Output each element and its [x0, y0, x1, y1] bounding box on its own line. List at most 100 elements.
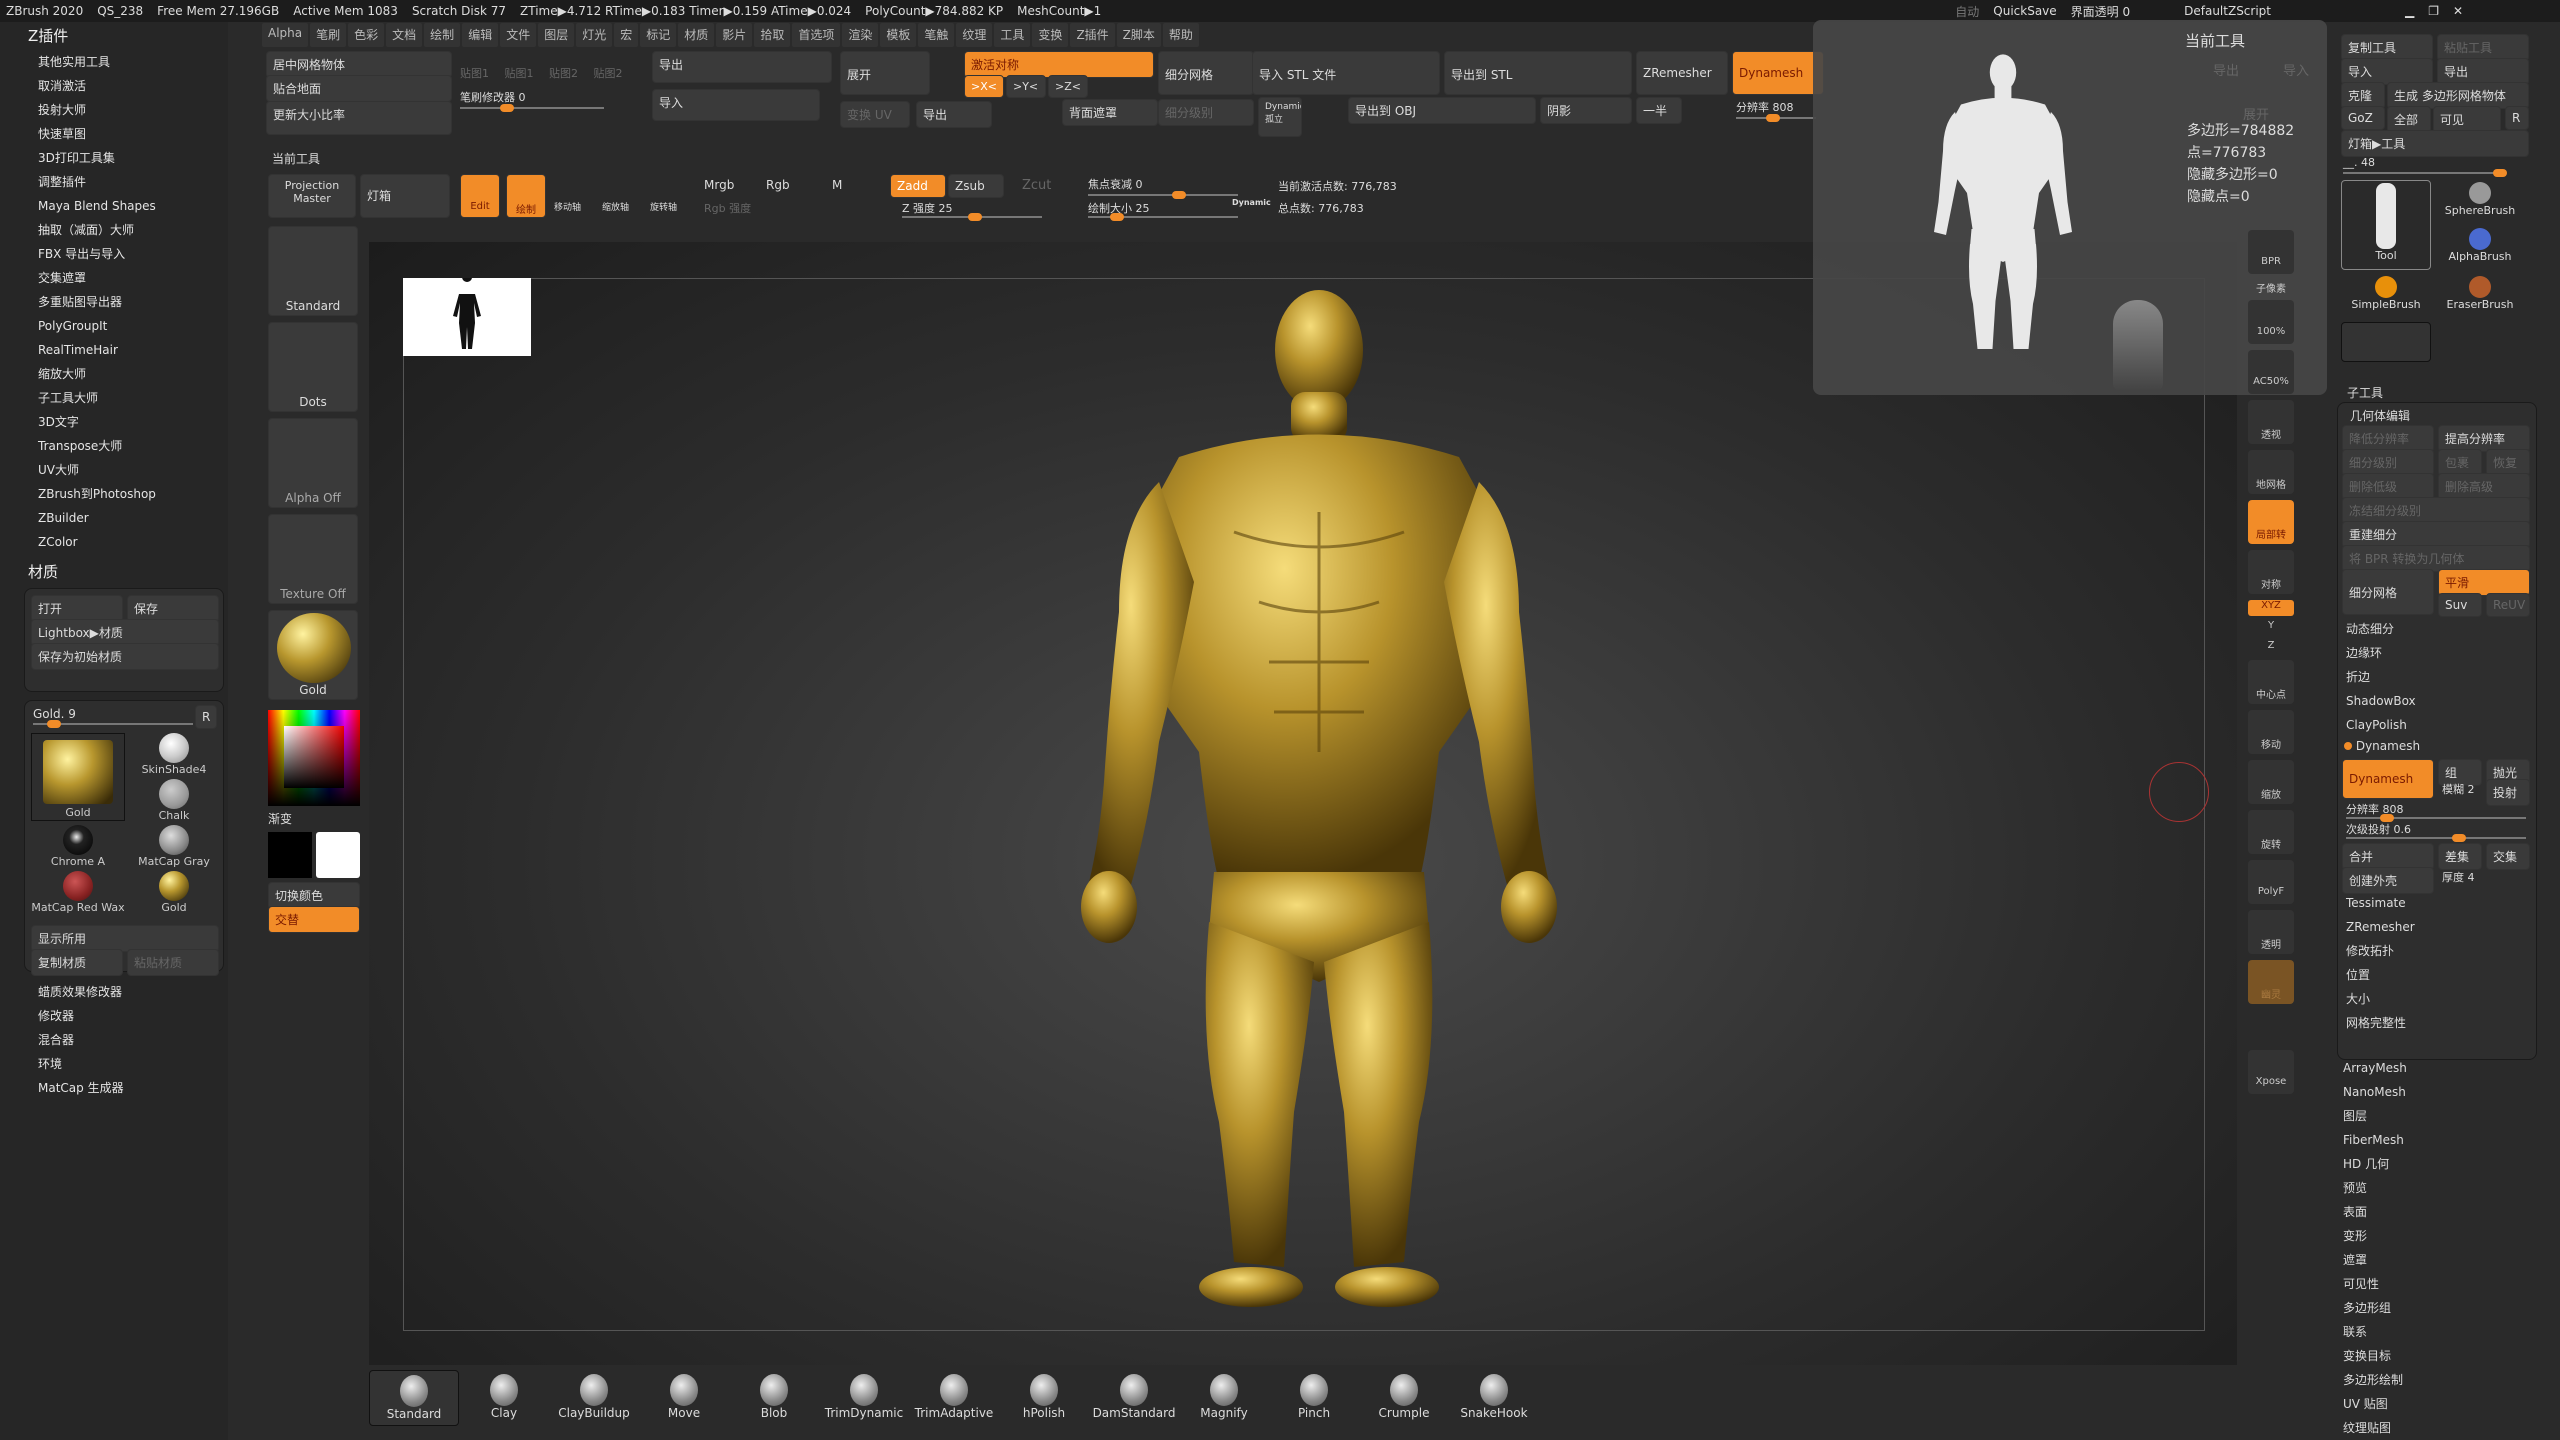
- update-ratio-button[interactable]: 更新大小比率: [266, 101, 452, 135]
- sdiv-slider[interactable]: 细分级别: [1158, 99, 1254, 126]
- alpha-selector[interactable]: Alpha Off: [268, 418, 358, 508]
- freeze-subdiv-button[interactable]: 冻结细分级别: [2342, 497, 2530, 524]
- tool-subpalette[interactable]: 表面: [2335, 1200, 2535, 1224]
- plugin-item[interactable]: ZBrush到Photoshop: [0, 482, 228, 506]
- divide-button[interactable]: 细分网格: [2342, 569, 2434, 615]
- menu-item[interactable]: 变换: [1032, 23, 1069, 47]
- plugin-item[interactable]: Maya Blend Shapes: [0, 194, 228, 218]
- close-icon[interactable]: ✕: [2453, 4, 2463, 18]
- tool-thumbnail[interactable]: AlphaBrush: [2435, 226, 2525, 270]
- export-stl-button[interactable]: 导出到 STL: [1444, 51, 1632, 95]
- shelf-button-15[interactable]: PolyF: [2248, 860, 2294, 904]
- plugin-item[interactable]: RealTimeHair: [0, 338, 228, 362]
- plugin-item[interactable]: 多重贴图导出器: [0, 290, 228, 314]
- plugin-item[interactable]: 3D打印工具集: [0, 146, 228, 170]
- open-button[interactable]: 打开: [31, 595, 123, 622]
- smooth-toggle[interactable]: 平滑: [2438, 569, 2530, 596]
- subprojection-slider[interactable]: [2346, 834, 2526, 842]
- tool-slider[interactable]: [2343, 169, 2507, 177]
- menu-item[interactable]: 灯光: [576, 23, 613, 47]
- rgb-toggle[interactable]: Rgb: [766, 178, 790, 192]
- tool-subpalette[interactable]: 预览: [2335, 1176, 2535, 1200]
- menu-item[interactable]: 文件: [500, 23, 537, 47]
- geometry-item[interactable]: 折边: [2338, 665, 2536, 689]
- higher-res-button[interactable]: 提高分辨率: [2438, 425, 2530, 452]
- material-swatch[interactable]: Chalk: [127, 779, 221, 825]
- brush-clay[interactable]: Clay: [459, 1370, 549, 1426]
- plugin-item[interactable]: 抽取（减面）大师: [0, 218, 228, 242]
- blur-slider[interactable]: 模糊 2: [2442, 781, 2475, 797]
- tool-subpalette[interactable]: 遮罩: [2335, 1248, 2535, 1272]
- shelf-button-5[interactable]: 地网格: [2248, 450, 2294, 494]
- quicksave-button[interactable]: QuickSave: [1993, 4, 2056, 18]
- geometry-item[interactable]: Tessimate: [2338, 891, 2536, 915]
- solo-button[interactable]: Dynamic 孤立: [1258, 97, 1302, 137]
- brush-selector[interactable]: Standard: [268, 226, 358, 316]
- restore-button[interactable]: 恢复: [2486, 449, 2530, 476]
- tool-subpalette[interactable]: 变换目标: [2335, 1344, 2535, 1368]
- export-button[interactable]: 导出: [652, 51, 832, 83]
- unwrap-button[interactable]: 展开: [840, 51, 930, 95]
- goz-button[interactable]: GoZ: [2341, 106, 2385, 130]
- reset-button[interactable]: R: [195, 705, 217, 729]
- cage-button[interactable]: 包裹: [2438, 449, 2482, 476]
- z-intensity-slider[interactable]: [902, 213, 1042, 221]
- color-picker[interactable]: [268, 710, 360, 806]
- brush-trimadaptive[interactable]: TrimAdaptive: [909, 1370, 999, 1426]
- tool-subpalette[interactable]: UV 贴图: [2335, 1392, 2535, 1416]
- menu-item[interactable]: Z脚本: [1116, 23, 1161, 47]
- shelf-button-14[interactable]: 旋转: [2248, 810, 2294, 854]
- brush-magnify[interactable]: Magnify: [1179, 1370, 1269, 1426]
- lightbox-material-button[interactable]: Lightbox▶材质: [31, 619, 219, 646]
- add-button[interactable]: 合并: [2342, 843, 2434, 870]
- convert-bpr-button[interactable]: 将 BPR 转换为几何体: [2342, 545, 2530, 572]
- dynamesh-resolution-slider[interactable]: [2346, 814, 2526, 822]
- plugin-item[interactable]: UV大师: [0, 458, 228, 482]
- shelf-button-11[interactable]: 中心点: [2248, 660, 2294, 704]
- material-subpalette[interactable]: 蜡质效果修改器: [0, 980, 228, 1004]
- geometry-item[interactable]: 位置: [2338, 963, 2536, 987]
- menu-item[interactable]: 标记: [640, 23, 677, 47]
- menu-item[interactable]: 笔触: [918, 23, 955, 47]
- tool-subpalette[interactable]: 变形: [2335, 1224, 2535, 1248]
- dynamesh-button[interactable]: Dynamesh: [1732, 51, 1824, 95]
- delete-lower-button[interactable]: 删除低级: [2342, 473, 2434, 500]
- plugin-item[interactable]: ZBuilder: [0, 506, 228, 530]
- geometry-item[interactable]: 动态细分: [2338, 617, 2536, 641]
- document-canvas[interactable]: [369, 242, 2237, 1365]
- subtool-thumbnail[interactable]: [2341, 322, 2431, 362]
- brush-trimdynamic[interactable]: TrimDynamic: [819, 1370, 909, 1426]
- material-selector[interactable]: Gold: [268, 610, 358, 700]
- dynamic-size-toggle[interactable]: Dynamic: [1232, 198, 1271, 207]
- tool-subpalette[interactable]: 可见性: [2335, 1272, 2535, 1296]
- material-subpalette[interactable]: MatCap 生成器: [0, 1076, 228, 1100]
- brush-modifier-slider[interactable]: [460, 104, 604, 112]
- plugin-item[interactable]: FBX 导出与导入: [0, 242, 228, 266]
- restore-icon[interactable]: ❐: [2428, 4, 2439, 18]
- shelf-button-1[interactable]: 子像素: [2248, 280, 2294, 296]
- texture-selector[interactable]: Texture Off: [268, 514, 358, 604]
- brush-crumple[interactable]: Crumple: [1359, 1370, 1449, 1426]
- menu-item[interactable]: Alpha: [262, 23, 309, 47]
- focal-shift-slider[interactable]: [1088, 191, 1238, 199]
- resolution-slider[interactable]: [1736, 114, 1816, 122]
- menu-item[interactable]: 笔刷: [310, 23, 347, 47]
- popup-import[interactable]: 导入: [2283, 60, 2309, 79]
- import-stl-button[interactable]: 导入 STL 文件: [1252, 51, 1440, 95]
- shelf-button-18[interactable]: Xpose: [2248, 1050, 2294, 1094]
- tool-thumbnail[interactable]: SimpleBrush: [2341, 274, 2431, 318]
- save-startup-material-button[interactable]: 保存为初始材质: [31, 643, 219, 670]
- paste-tool-button[interactable]: 粘贴工具: [2437, 34, 2529, 61]
- brush-hpolish[interactable]: hPolish: [999, 1370, 1089, 1426]
- paste-material-button[interactable]: 粘贴材质: [127, 949, 219, 976]
- thickness-slider[interactable]: 厚度 4: [2442, 869, 2475, 885]
- menu-item[interactable]: 拾取: [754, 23, 791, 47]
- brush-pinch[interactable]: Pinch: [1269, 1370, 1359, 1426]
- goz-visible-button[interactable]: 可见: [2433, 106, 2501, 133]
- shelf-button-12[interactable]: 移动: [2248, 710, 2294, 754]
- goz-all-button[interactable]: 全部: [2387, 106, 2431, 133]
- copy-material-button[interactable]: 复制材质: [31, 949, 123, 976]
- import-button[interactable]: 导入: [652, 89, 820, 121]
- symmetry-z-toggle[interactable]: >Z<: [1048, 75, 1088, 98]
- create-shell-button[interactable]: 创建外壳: [2342, 867, 2434, 894]
